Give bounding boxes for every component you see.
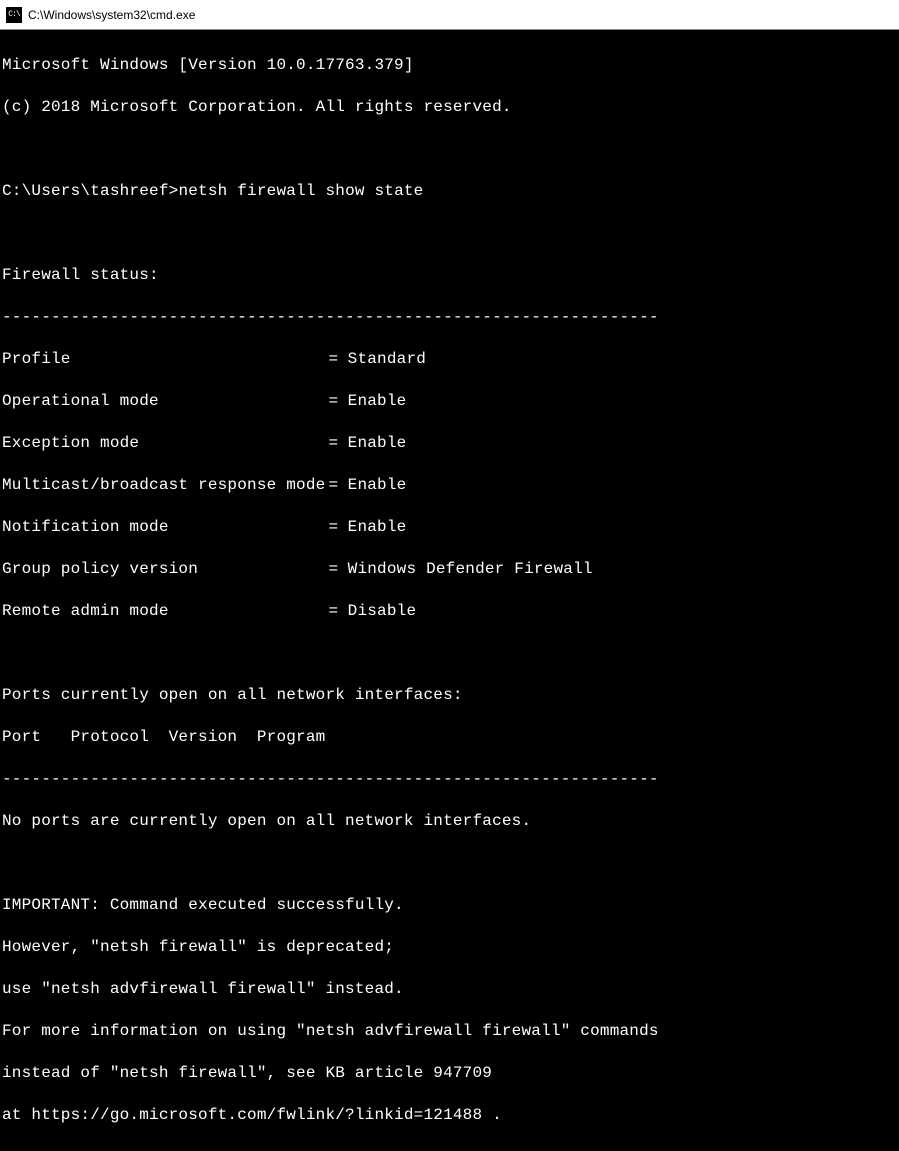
ports-columns: Port Protocol Version Program (2, 727, 897, 748)
status-eq: = (328, 433, 347, 454)
prompt-line: C:\Users\tashreef>netsh firewall show st… (2, 181, 897, 202)
status-row: Notification mode= Enable (2, 517, 897, 538)
status-value: Enable (348, 517, 407, 538)
prompt-command: netsh firewall show state (178, 182, 423, 200)
status-row: Profile= Standard (2, 349, 897, 370)
status-row: Group policy version= Windows Defender F… (2, 559, 897, 580)
ports-header: Ports currently open on all network inte… (2, 685, 897, 706)
blank-line (2, 643, 897, 664)
status-key: Operational mode (2, 391, 328, 412)
important-line: IMPORTANT: Command executed successfully… (2, 895, 897, 916)
cmd-icon: C:\ (6, 7, 22, 23)
status-key: Notification mode (2, 517, 328, 538)
status-value: Disable (348, 601, 417, 622)
status-key: Profile (2, 349, 328, 370)
status-row: Operational mode= Enable (2, 391, 897, 412)
status-eq: = (328, 475, 347, 496)
blank-line (2, 223, 897, 244)
status-value: Enable (348, 433, 407, 454)
firewall-status-header: Firewall status: (2, 265, 897, 286)
important-line: However, "netsh firewall" is deprecated; (2, 937, 897, 958)
status-value: Enable (348, 391, 407, 412)
status-key: Group policy version (2, 559, 328, 580)
status-eq: = (328, 349, 347, 370)
status-value: Standard (348, 349, 426, 370)
important-line: at https://go.microsoft.com/fwlink/?link… (2, 1105, 897, 1126)
ports-none: No ports are currently open on all netwo… (2, 811, 897, 832)
divider: ----------------------------------------… (2, 307, 897, 328)
header-line-2: (c) 2018 Microsoft Corporation. All righ… (2, 97, 897, 118)
status-eq: = (328, 601, 347, 622)
status-eq: = (328, 391, 347, 412)
status-row: Multicast/broadcast response mode= Enabl… (2, 475, 897, 496)
status-key: Multicast/broadcast response mode (2, 475, 328, 496)
status-key: Remote admin mode (2, 601, 328, 622)
divider: ----------------------------------------… (2, 769, 897, 790)
status-value: Windows Defender Firewall (348, 559, 593, 580)
status-value: Enable (348, 475, 407, 496)
status-row: Remote admin mode= Disable (2, 601, 897, 622)
status-eq: = (328, 517, 347, 538)
blank-line (2, 853, 897, 874)
important-line: For more information on using "netsh adv… (2, 1021, 897, 1042)
terminal-output[interactable]: Microsoft Windows [Version 10.0.17763.37… (0, 30, 899, 1151)
title-bar[interactable]: C:\ C:\Windows\system32\cmd.exe (0, 0, 899, 30)
status-key: Exception mode (2, 433, 328, 454)
window-title: C:\Windows\system32\cmd.exe (28, 8, 195, 22)
blank-line (2, 139, 897, 160)
status-eq: = (328, 559, 347, 580)
header-line-1: Microsoft Windows [Version 10.0.17763.37… (2, 55, 897, 76)
prompt-path: C:\Users\tashreef> (2, 182, 178, 200)
important-line: use "netsh advfirewall firewall" instead… (2, 979, 897, 1000)
status-row: Exception mode= Enable (2, 433, 897, 454)
important-line: instead of "netsh firewall", see KB arti… (2, 1063, 897, 1084)
